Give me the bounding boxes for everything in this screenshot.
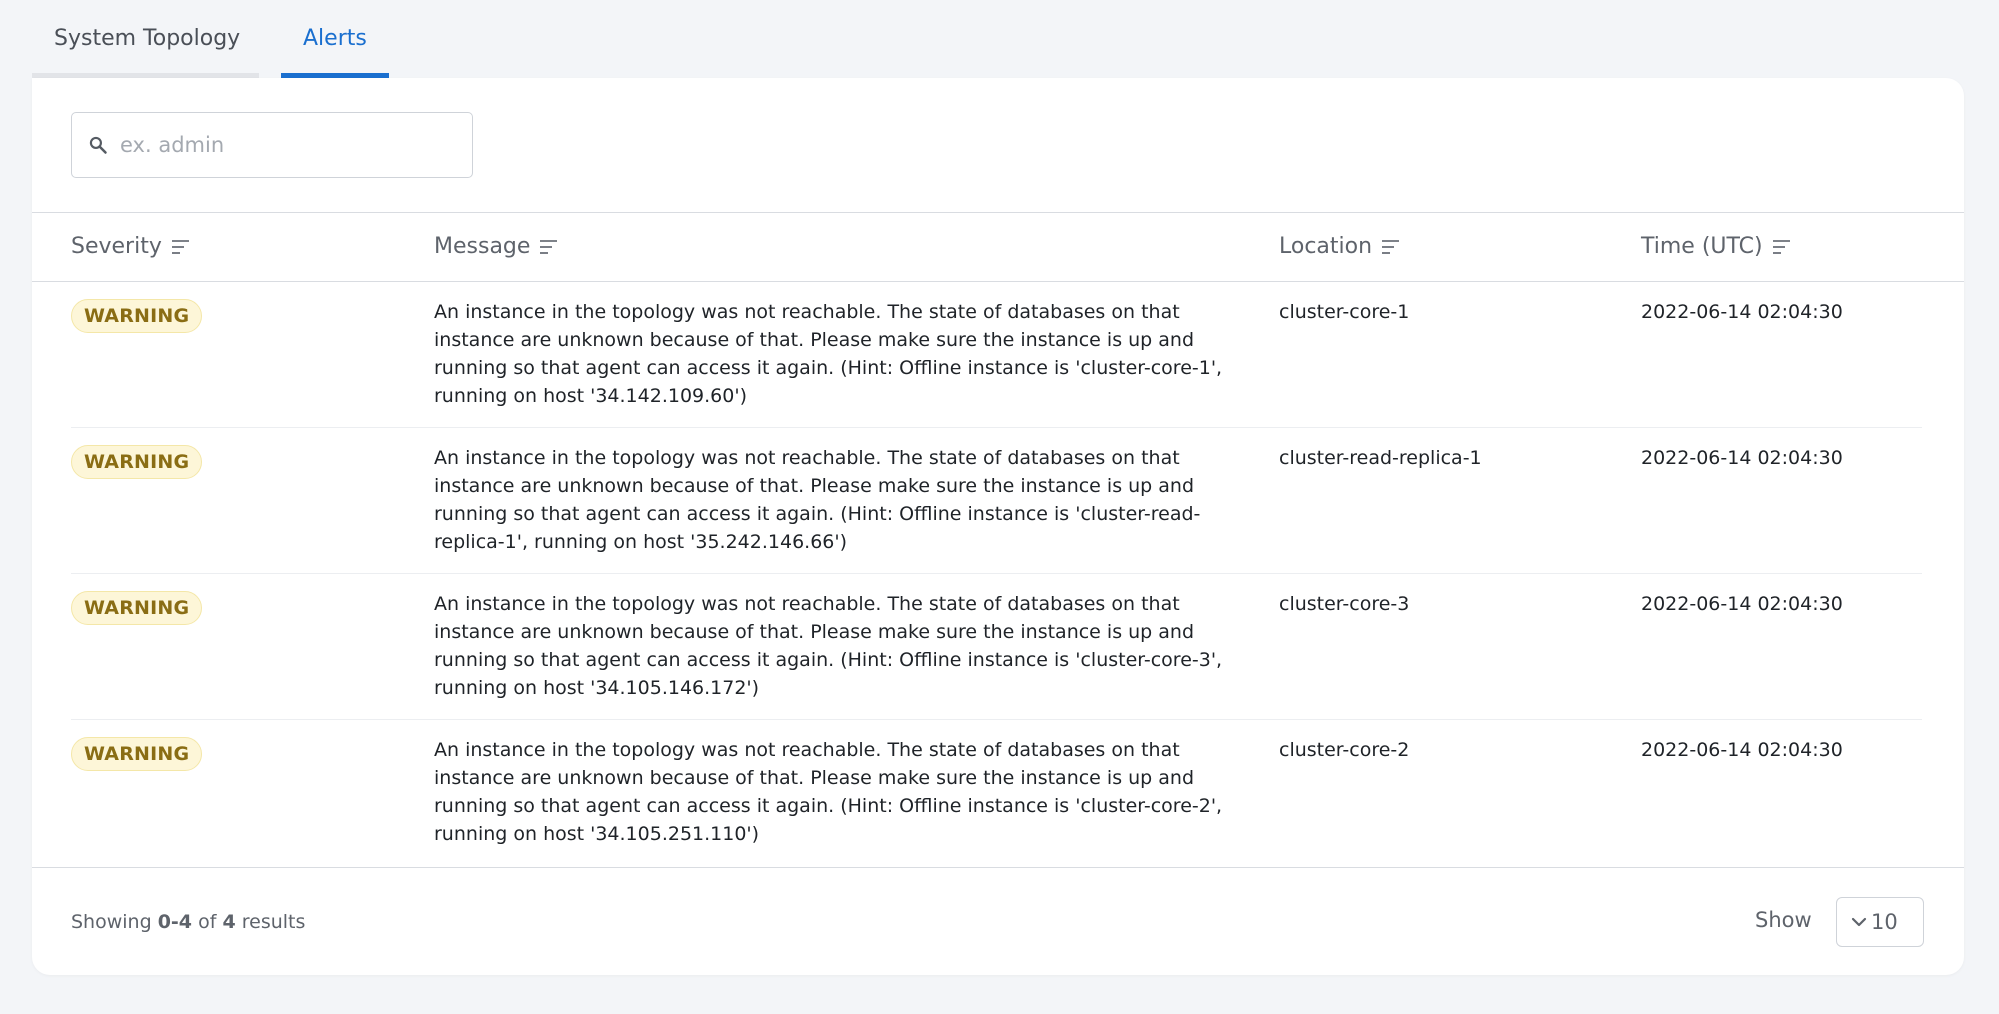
column-header-label: Severity [71, 234, 162, 259]
alert-location: cluster-read-replica-1 [1279, 447, 1482, 469]
results-summary: Showing 0-4 of 4 results [71, 911, 305, 933]
column-header-label: Time (UTC) [1641, 234, 1763, 259]
severity-badge: WARNING [71, 445, 203, 479]
page-size-value: 10 [1871, 910, 1898, 934]
table-row[interactable]: WARNING An instance in the topology was … [32, 428, 1964, 574]
show-label: Show [1755, 908, 1812, 932]
showing-prefix: Showing [71, 911, 152, 933]
table-row[interactable]: WARNING An instance in the topology was … [32, 720, 1964, 866]
of-word: of [198, 911, 217, 933]
alert-location: cluster-core-2 [1279, 739, 1410, 761]
sort-icon[interactable] [539, 239, 558, 255]
alerts-panel: Severity Message Location Tim [32, 78, 1964, 975]
chevron-down-icon [1851, 917, 1867, 927]
tab-bar: System Topology Alerts [32, 0, 389, 78]
alert-time: 2022-06-14 02:04:30 [1641, 739, 1843, 761]
alert-time: 2022-06-14 02:04:30 [1641, 447, 1843, 469]
tab-alerts[interactable]: Alerts [281, 0, 389, 78]
alert-time: 2022-06-14 02:04:30 [1641, 301, 1843, 323]
table-header: Severity Message Location Time (UTC) [32, 212, 1964, 282]
table-row[interactable]: WARNING An instance in the topology was … [32, 282, 1964, 428]
severity-badge: WARNING [71, 737, 203, 771]
column-header-severity[interactable]: Severity [71, 213, 190, 280]
column-header-location[interactable]: Location [1279, 213, 1400, 280]
search-input[interactable] [118, 132, 462, 158]
alert-message: An instance in the topology was not reac… [434, 447, 1201, 553]
results-range: 0-4 [157, 911, 193, 933]
results-word: results [241, 911, 306, 933]
page-size-select[interactable]: 10 [1836, 897, 1924, 947]
alert-message: An instance in the topology was not reac… [434, 739, 1223, 845]
severity-badge: WARNING [71, 591, 203, 625]
column-header-time[interactable]: Time (UTC) [1641, 213, 1791, 280]
alert-time: 2022-06-14 02:04:30 [1641, 593, 1843, 615]
results-total: 4 [222, 911, 236, 933]
alert-message: An instance in the topology was not reac… [434, 593, 1223, 699]
column-header-label: Location [1279, 234, 1373, 259]
column-header-label: Message [434, 234, 531, 259]
alert-message: An instance in the topology was not reac… [434, 301, 1223, 407]
table-footer: Showing 0-4 of 4 results Show 10 [32, 867, 1964, 975]
tab-system-topology[interactable]: System Topology [32, 0, 259, 78]
table-row[interactable]: WARNING An instance in the topology was … [32, 574, 1964, 720]
sort-icon[interactable] [171, 239, 190, 255]
severity-badge: WARNING [71, 299, 203, 333]
alert-location: cluster-core-3 [1279, 593, 1410, 615]
search-icon [89, 136, 107, 154]
search-box[interactable] [71, 112, 473, 178]
alert-location: cluster-core-1 [1279, 301, 1410, 323]
sort-icon[interactable] [1381, 239, 1400, 255]
sort-icon[interactable] [1772, 239, 1791, 255]
column-header-message[interactable]: Message [434, 213, 558, 280]
